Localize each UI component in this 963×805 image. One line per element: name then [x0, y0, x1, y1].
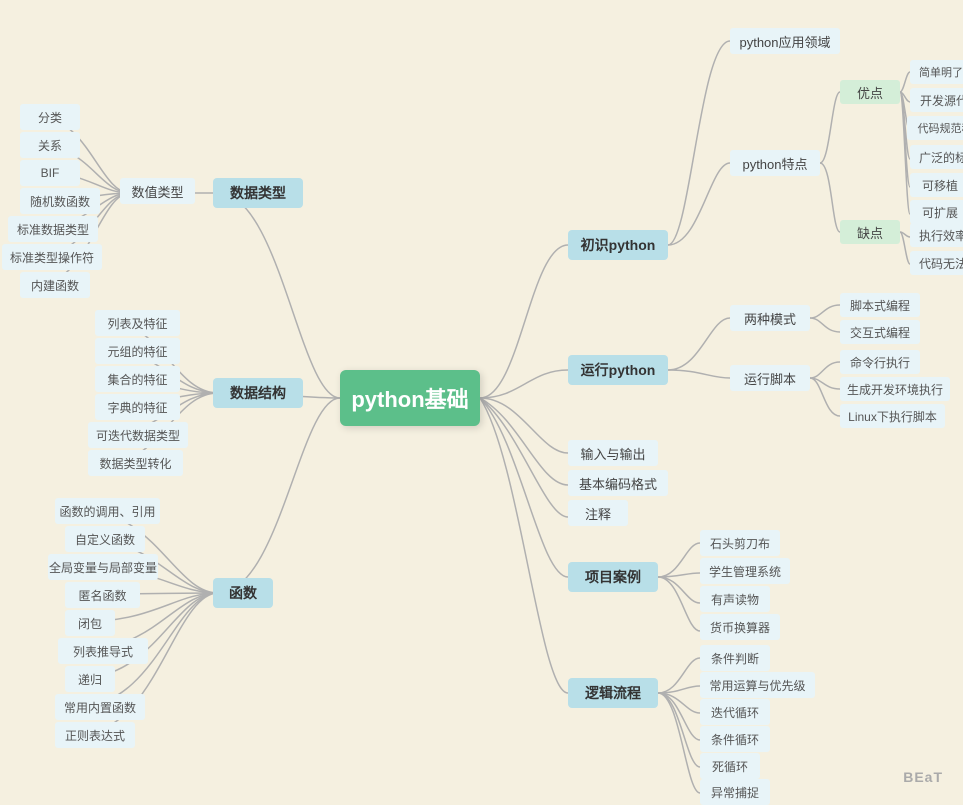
node-hanshu: 函数: [213, 578, 273, 608]
node-digui: 递归: [65, 666, 115, 692]
node-shuru: 输入与输出: [568, 440, 658, 466]
node-yunsuan: 常用运算与优先级: [700, 672, 815, 698]
watermark: BEaT: [903, 769, 943, 785]
node-yizhi: 可移植: [910, 173, 963, 197]
center-label: python基础: [351, 382, 468, 414]
node-bif: BIF: [20, 160, 80, 186]
node-zidian: 字典的特征: [95, 394, 180, 420]
node-kuozhan: 可扩展: [910, 200, 963, 224]
node-tiaoxun: 条件循环: [700, 726, 770, 752]
node-diedai: 迭代循环: [700, 699, 770, 725]
node-guanxi: 关系: [20, 132, 80, 158]
node-linux: Linux下执行脚本: [840, 404, 945, 428]
node-niming: 匿名函数: [65, 582, 140, 608]
node-shujujiegou: 数据结构: [213, 378, 303, 408]
node-shuzhi: 数值类型: [120, 178, 195, 204]
node-yuning: 运行python: [568, 355, 668, 385]
node-tiaoyong: 函数的调用、引用: [55, 498, 160, 524]
node-teding: python特点: [730, 150, 820, 176]
node-biaozhunlei: 标准数据类型: [8, 216, 98, 242]
node-quedi: 缺点: [840, 220, 900, 244]
node-yuanzu: 元组的特征: [95, 338, 180, 364]
node-biamo: 基本编码格式: [568, 470, 668, 496]
node-shujuleixing: 数据类型: [213, 178, 303, 208]
watermark-text: BEaT: [903, 769, 943, 785]
node-suiji: 随机数函数: [20, 188, 100, 214]
node-bibao: 闭包: [65, 610, 115, 636]
node-zhushi: 注释: [568, 500, 628, 526]
node-youshen: 有声读物: [700, 586, 770, 612]
node-zidingyi: 自定义函数: [65, 526, 145, 552]
node-yunjiao: 运行脚本: [730, 365, 810, 391]
node-kaifang: 开发源代码: [910, 88, 963, 112]
node-yingyong: python应用领域: [730, 28, 840, 54]
chushi-label: 初识python: [581, 235, 656, 255]
node-mingling: 命令行执行: [840, 350, 920, 374]
node-yichang: 异常捕捉: [700, 779, 770, 805]
node-liangmo: 两种模式: [730, 305, 810, 331]
node-youdi: 优点: [840, 80, 900, 104]
center-node: python基础: [340, 370, 480, 426]
node-liebiao: 列表及特征: [95, 310, 180, 336]
node-kediedai: 可迭代数据类型: [88, 422, 188, 448]
node-neijian: 内建函数: [20, 272, 90, 298]
node-shengcheng: 生成开发环境执行: [840, 377, 950, 401]
node-xuesheng: 学生管理系统: [700, 558, 790, 584]
node-xiaolv: 执行效率稍低: [910, 223, 963, 247]
node-huobi: 货币换算器: [700, 614, 780, 640]
node-xiangmu: 项目案例: [568, 562, 658, 592]
node-zhuanhua: 数据类型转化: [88, 450, 183, 476]
node-changyong: 常用内置函数: [55, 694, 145, 720]
node-zhengze: 正则表达式: [55, 722, 135, 748]
node-liebiaotuida: 列表推导式: [58, 638, 148, 664]
node-jiaohu: 交互式编程: [840, 320, 920, 344]
node-shitou: 石头剪刀布: [700, 530, 780, 556]
node-tiaojian: 条件判断: [700, 645, 770, 671]
node-chushi: 初识python: [568, 230, 668, 260]
node-sixun: 死循环: [700, 753, 760, 779]
node-luoji: 逻辑流程: [568, 678, 658, 708]
node-quanjubianliang: 全局变量与局部变量: [48, 554, 158, 580]
node-biaozhunlei2: 标准类型操作符: [2, 244, 102, 270]
node-jihe: 集合的特征: [95, 366, 180, 392]
node-jiami: 代码无法加密: [910, 251, 963, 275]
node-jiandan: 简单明了,学习曲线低: [910, 60, 963, 84]
node-biaozhun: 广泛的标准库: [910, 145, 963, 169]
node-jiaoshu: 脚本式编程: [840, 293, 920, 317]
node-fenlei: 分类: [20, 104, 80, 130]
node-guifan: 代码规范程序高,可读性强: [907, 116, 963, 140]
